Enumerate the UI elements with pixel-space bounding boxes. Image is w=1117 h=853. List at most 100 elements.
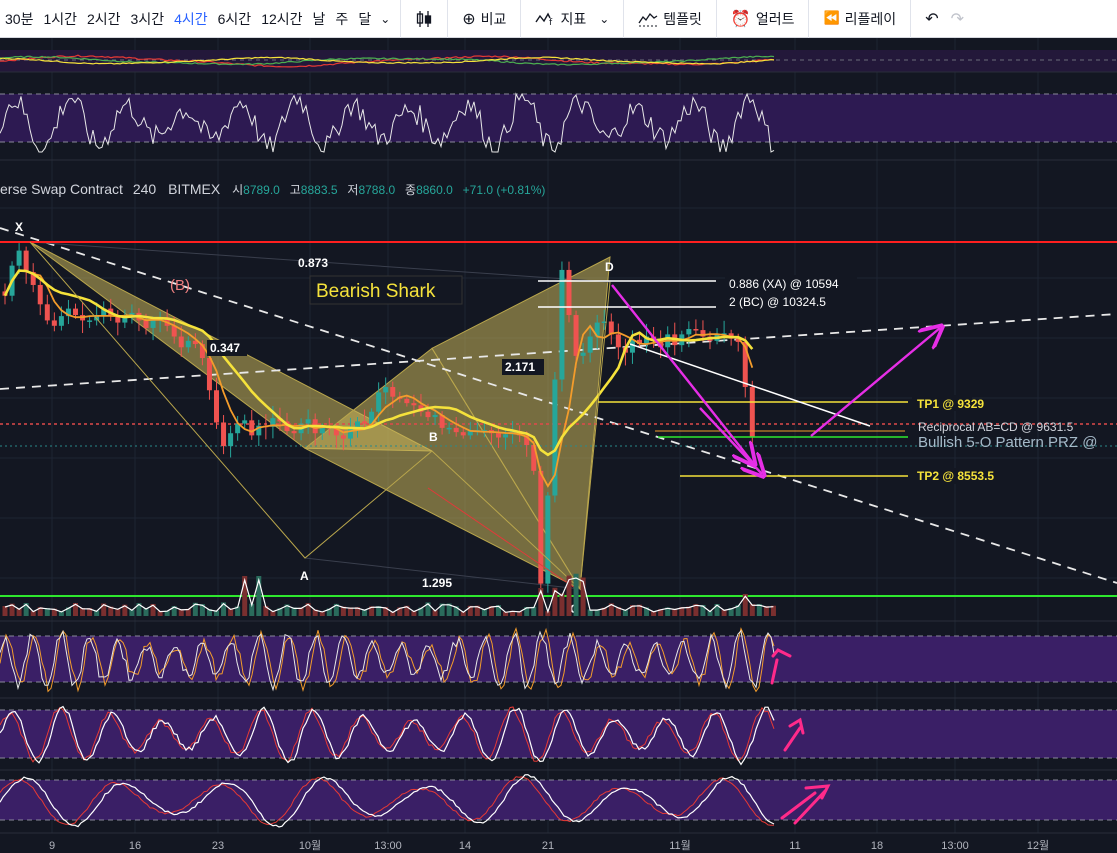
- timeframe-6h[interactable]: 6시간: [213, 9, 257, 29]
- x-tick-label: 10월: [299, 839, 321, 852]
- templates-icon: [638, 12, 658, 26]
- top-toolbar: 30분 1시간 2시간 3시간 4시간 6시간 12시간 날 주 달 ⌄ ⊕ 비…: [0, 0, 1117, 38]
- candle: [185, 340, 191, 348]
- indicators-label: 지표: [560, 10, 587, 27]
- toolbar-divider: [910, 0, 912, 38]
- pivot-a-label: A: [300, 569, 309, 583]
- timeframe-30m[interactable]: 30분: [0, 9, 38, 29]
- legend-open-value: 8789.0: [243, 183, 280, 197]
- x-tick-label: 13:00: [941, 840, 969, 852]
- x-tick-label: 11: [789, 840, 800, 852]
- indicator-wave-icon: f: [535, 12, 553, 26]
- legend-low-label: 저: [347, 183, 358, 197]
- undo-icon[interactable]: ↶: [917, 9, 946, 28]
- pane-band: [0, 780, 1117, 820]
- candle: [573, 315, 579, 356]
- pivot-b-label: B: [429, 430, 438, 444]
- chart-area[interactable]: erse Swap Contract 240 BITMEX 시8789.0 고8…: [0, 38, 1117, 853]
- pane-band: [0, 636, 1117, 682]
- alert-button[interactable]: ⏰ 얼러트: [723, 9, 803, 29]
- x-tick-label: 14: [459, 840, 471, 852]
- replay-label: 리플레이: [844, 10, 897, 27]
- candle: [305, 419, 311, 424]
- candle: [362, 421, 368, 424]
- legend-low-value: 8788.0: [358, 183, 395, 197]
- toolbar-divider: [400, 0, 402, 38]
- x-tick-label: 18: [871, 840, 883, 852]
- candle: [376, 392, 382, 412]
- candle: [559, 269, 565, 380]
- toolbar-divider: [447, 0, 449, 38]
- legend-close-label: 종: [405, 183, 416, 197]
- legend-high-label: 고: [290, 183, 301, 197]
- templates-label: 템플릿: [663, 10, 702, 27]
- candle: [383, 387, 389, 393]
- chevron-down-icon: ⌄: [599, 11, 610, 26]
- legend-open-label: 시: [232, 183, 243, 197]
- x-tick-label: 11월: [669, 839, 691, 852]
- candle: [538, 470, 544, 584]
- candle: [615, 334, 621, 348]
- toolbar-divider: [520, 0, 522, 38]
- ratio-bc: 2.171: [505, 360, 535, 374]
- candle: [460, 432, 466, 436]
- candle: [44, 304, 50, 321]
- candle: [87, 320, 93, 322]
- compare-button[interactable]: ⊕ 비교: [454, 9, 514, 29]
- candle: [340, 435, 346, 439]
- rewind-icon: ⏪: [823, 11, 840, 26]
- redo-icon[interactable]: ↷: [947, 9, 968, 28]
- chevron-down-icon[interactable]: ⌄: [376, 12, 394, 26]
- candle: [496, 433, 501, 438]
- candle: [411, 403, 417, 406]
- candle: [37, 284, 43, 305]
- candle: [404, 398, 410, 404]
- volume-bar: [2, 606, 8, 616]
- timeframe-month[interactable]: 달: [353, 9, 376, 29]
- timeframe-3h[interactable]: 3시간: [126, 9, 170, 29]
- candle: [16, 250, 22, 266]
- volume-bar: [566, 575, 572, 616]
- toolbar-divider: [715, 0, 717, 38]
- candle: [23, 250, 29, 273]
- candle: [150, 320, 156, 328]
- timeframe-4h[interactable]: 4시간: [169, 9, 213, 29]
- ratio-xb: 0.873: [298, 256, 328, 270]
- timeframe-week[interactable]: 주: [330, 9, 353, 29]
- candle: [355, 421, 360, 427]
- chart-type-button[interactable]: [407, 10, 441, 28]
- replay-button[interactable]: ⏪ 리플레이: [815, 9, 904, 29]
- legend-symbol: erse Swap Contract: [0, 181, 123, 197]
- pivot-b-secondary-label: (B): [170, 277, 190, 294]
- legend-high-value: 8883.5: [301, 183, 338, 197]
- candle: [566, 269, 572, 316]
- legend-exchange: BITMEX: [168, 181, 221, 197]
- candle: [73, 308, 78, 316]
- candle: [503, 434, 509, 438]
- alert-label: 얼러트: [755, 10, 795, 27]
- timeframe-12h[interactable]: 12시간: [256, 9, 307, 29]
- candle: [580, 352, 586, 356]
- indicator-pane-top-1: [0, 50, 1117, 73]
- ratio-ab: 0.347: [210, 341, 240, 355]
- x-tick-label: 12월: [1027, 839, 1049, 852]
- timeframe-day[interactable]: 날: [308, 9, 331, 29]
- candle: [693, 329, 699, 331]
- x-tick-label: 23: [212, 840, 224, 852]
- plus-circle-icon: ⊕: [462, 9, 476, 28]
- templates-button[interactable]: 템플릿: [630, 9, 710, 29]
- timeframe-1h[interactable]: 1시간: [38, 9, 82, 29]
- x-tick-label: 13:00: [374, 840, 402, 852]
- tp2-label: TP2 @ 8553.5: [917, 469, 994, 483]
- indicators-button[interactable]: f 지표 ⌄: [527, 9, 617, 29]
- reciprocal-abcd-label: Reciprocal AB=CD @ 9631.5: [918, 420, 1074, 434]
- pivot-d-label: D: [605, 260, 614, 274]
- candle: [390, 387, 396, 397]
- timeframe-2h[interactable]: 2시간: [82, 9, 126, 29]
- x-tick-label: 21: [542, 840, 554, 852]
- candle: [242, 420, 248, 424]
- x-tick-label: 9: [49, 840, 55, 852]
- candle: [425, 411, 431, 418]
- pane-band: [0, 710, 1117, 758]
- volume-bar: [573, 573, 579, 616]
